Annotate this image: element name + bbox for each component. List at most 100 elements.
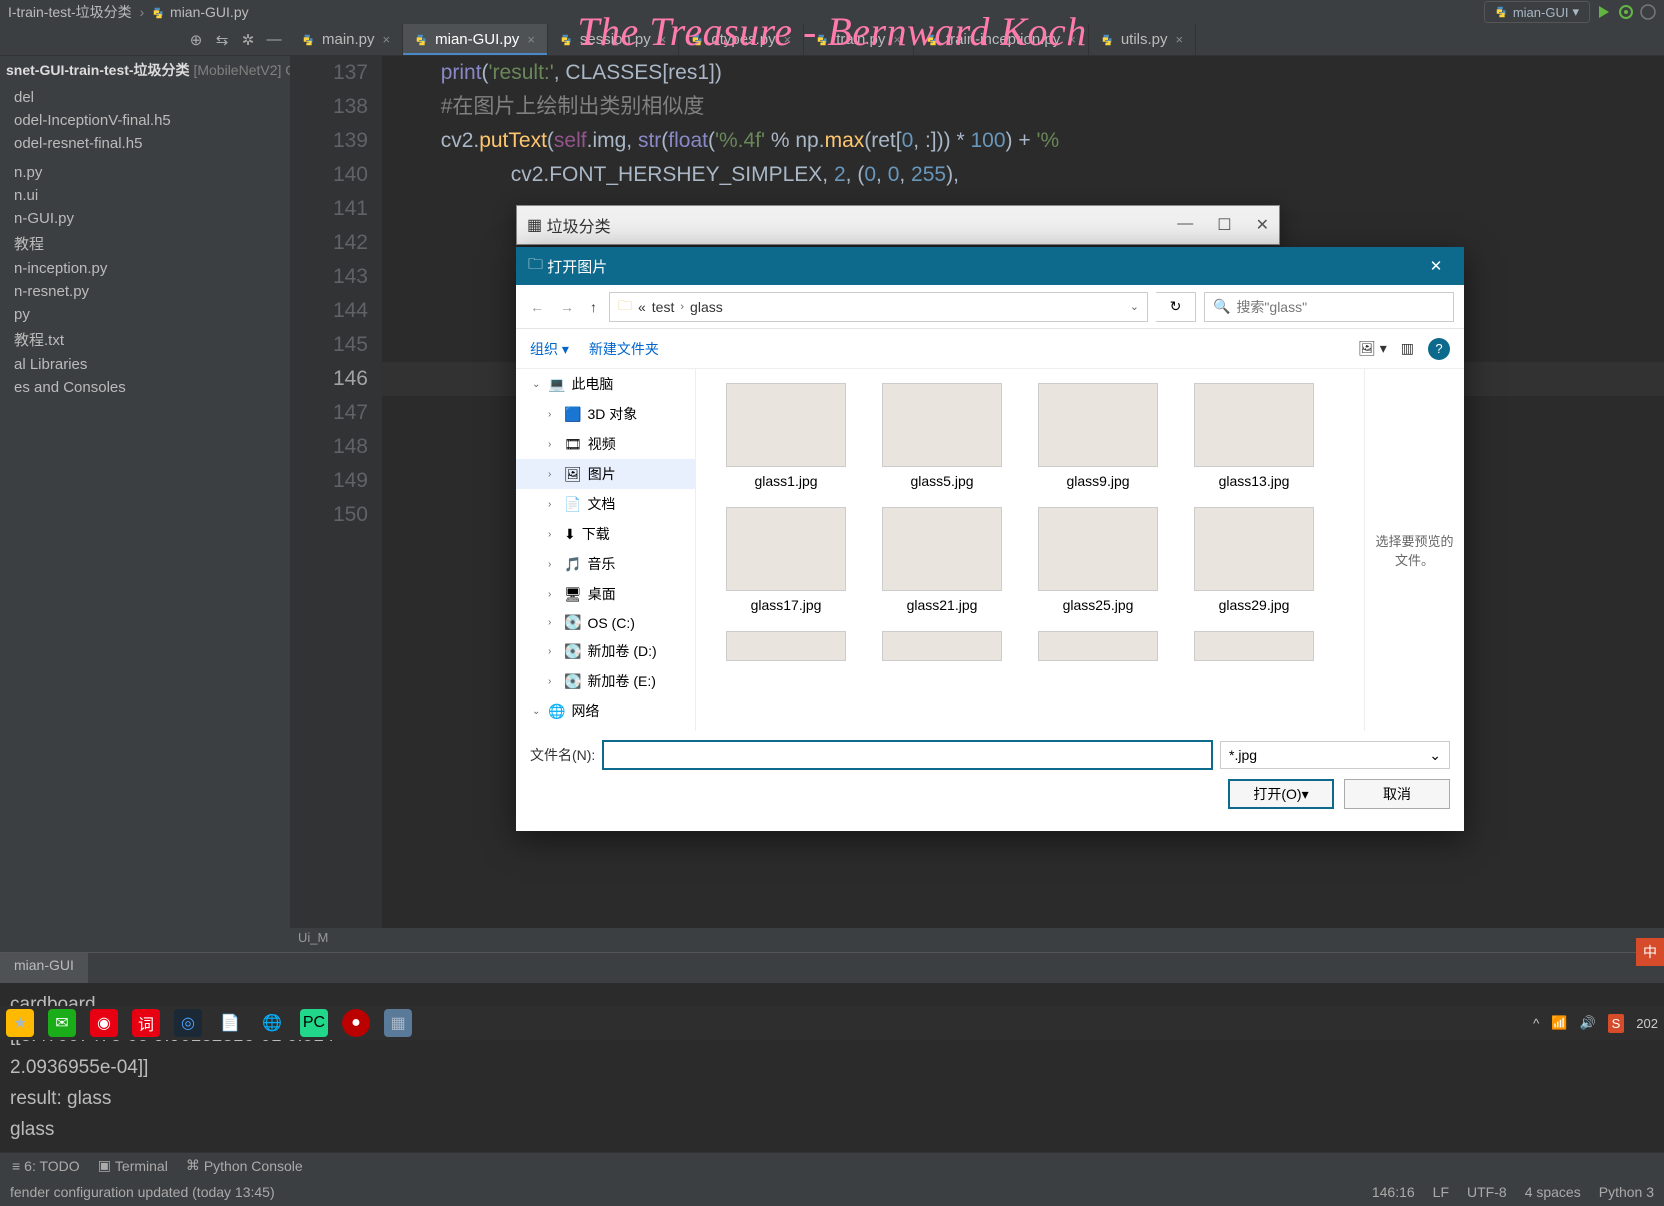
indent[interactable]: 4 spaces [1525,1184,1581,1200]
pyconsole-tool[interactable]: ⌘Python Console [186,1157,303,1174]
ime-indicator[interactable]: 中 [1636,938,1664,966]
collapse-icon[interactable]: — [266,31,282,49]
path-seg[interactable]: « [638,299,646,315]
interpreter[interactable]: Python 3 [1599,1184,1654,1200]
chevron-right-icon[interactable]: › [548,529,558,540]
close-icon[interactable]: ✕ [1420,252,1452,280]
refresh-button[interactable]: ↻ [1156,292,1196,322]
file-thumb[interactable]: glass21.jpg [866,507,1018,613]
run-tab[interactable]: mian-GUI [0,953,88,983]
path-seg[interactable]: glass [690,299,723,315]
cancel-button[interactable]: 取消 [1344,779,1450,809]
taskbar-idea[interactable]: ◎ [174,1009,202,1037]
taskbar-youdao[interactable]: 词 [132,1009,160,1037]
file-thumb[interactable]: glass17.jpg [710,507,862,613]
todo-tool[interactable]: ≡6: TODO [12,1158,80,1174]
gear-icon[interactable]: ✲ [240,31,256,49]
taskbar-record[interactable]: ● [342,1009,370,1037]
project-tree[interactable]: delodel-InceptionV-final.h5odel-resnet-f… [0,84,290,399]
target-icon[interactable]: ⊕ [188,31,204,49]
tree-node[interactable]: ›📄文档 [516,489,695,519]
breadcrumb-seg[interactable]: mian-GUI.py [170,4,249,20]
editor-tab[interactable]: train.py× [804,24,914,55]
project-file[interactable]: del [14,86,290,109]
tray-up-icon[interactable]: ^ [1533,1016,1539,1031]
taskbar[interactable]: ★ ✉ ◉ 词 ◎ 📄 🌐 PC ● ▦ ^ 📶 🔊 S 202 [0,1006,1664,1040]
tray-sogou[interactable]: S [1608,1014,1625,1033]
tree-node[interactable]: ›🟦3D 对象 [516,399,695,429]
tree-node[interactable]: ›💽新加卷 (D:) [516,636,695,666]
filetype-select[interactable]: *.jpg⌄ [1220,741,1450,769]
project-file[interactable]: 教程 [14,230,290,257]
taskbar-wechat[interactable]: ✉ [48,1009,76,1037]
editor-tab[interactable]: utils.py× [1089,24,1196,55]
app-window-titlebar[interactable]: ▦ 垃圾分类 — ☐ ✕ [517,206,1279,244]
editor-tab[interactable]: session.py× [548,24,679,55]
close-icon[interactable]: ✕ [1256,215,1269,235]
chevron-right-icon[interactable]: › [548,646,558,657]
tree-node[interactable]: ›🖥桌面 [516,579,695,609]
search-input[interactable]: 🔍 搜索"glass" [1204,292,1454,322]
close-icon[interactable]: × [893,32,901,47]
tree-node[interactable]: ⌄🌐网络 [516,696,695,726]
tray-volume-icon[interactable]: 🔊 [1579,1015,1595,1031]
close-icon[interactable]: × [1068,32,1076,47]
editor-tab[interactable]: train-inception.py× [914,24,1089,55]
taskbar-star[interactable]: ★ [6,1009,34,1037]
chevron-right-icon[interactable]: ⌄ [532,379,542,390]
project-file[interactable]: es and Consoles [14,376,290,399]
folder-tree[interactable]: ⌄💻此电脑›🟦3D 对象›🎞视频›🖼图片›📄文档›⬇下载›🎵音乐›🖥桌面›💽OS… [516,369,696,731]
chevron-down-icon[interactable]: ⌄ [1130,300,1139,313]
chevron-right-icon[interactable]: › [548,439,558,450]
maximize-icon[interactable]: ☐ [1217,215,1231,235]
project-file[interactable]: n-resnet.py [14,280,290,303]
forward-icon[interactable]: → [556,295,578,319]
file-thumb[interactable]: glass9.jpg [1022,383,1174,489]
tree-node[interactable]: ›🎵音乐 [516,549,695,579]
back-icon[interactable]: ← [526,295,548,319]
chevron-right-icon[interactable]: › [548,469,558,480]
organize-menu[interactable]: 组织 ▾ [530,339,569,359]
chevron-right-icon[interactable]: ⌄ [532,706,542,717]
close-icon[interactable]: × [383,32,391,47]
close-icon[interactable]: × [784,32,792,47]
help-icon[interactable]: ? [1428,338,1450,360]
project-root[interactable]: snet-GUI-train-test-垃圾分类 [MobileNetV2] C… [0,56,290,84]
breadcrumb[interactable]: I-train-test-垃圾分类 › mian-GUI.py [8,2,249,22]
newfolder-button[interactable]: 新建文件夹 [589,339,659,359]
project-file[interactable]: odel-resnet-final.h5 [14,132,290,155]
file-thumb[interactable]: glass25.jpg [1022,507,1174,613]
file-thumb[interactable] [710,631,862,667]
project-file[interactable]: 教程.txt [14,326,290,353]
chevron-right-icon[interactable]: › [548,589,558,600]
terminal-tool[interactable]: ▣Terminal [98,1157,168,1174]
run-icon[interactable] [1596,4,1612,20]
tree-node[interactable]: ›💽OS (C:) [516,609,695,636]
file-thumb[interactable]: glass13.jpg [1178,383,1330,489]
tray-wifi-icon[interactable]: 📶 [1551,1015,1567,1031]
project-file[interactable]: al Libraries [14,353,290,376]
filename-input[interactable] [603,741,1212,769]
taskbar-edge[interactable]: 🌐 [258,1009,286,1037]
open-button[interactable]: 打开(O) ▾ [1228,779,1334,809]
up-icon[interactable]: ↑ [586,295,601,319]
close-icon[interactable]: × [1176,32,1184,47]
close-icon[interactable]: × [659,32,667,47]
taskbar-netease[interactable]: ◉ [90,1009,118,1037]
file-thumb[interactable] [866,631,1018,667]
tree-node[interactable]: ›⬇下载 [516,519,695,549]
chevron-right-icon[interactable]: › [548,617,558,628]
chevron-right-icon[interactable]: › [548,559,558,570]
project-file[interactable]: n.py [14,161,290,184]
path-seg[interactable]: test [652,299,675,315]
file-thumb[interactable]: glass29.jpg [1178,507,1330,613]
minimize-icon[interactable]: — [1177,215,1193,235]
file-thumb[interactable]: glass5.jpg [866,383,1018,489]
project-panel[interactable]: snet-GUI-train-test-垃圾分类 [MobileNetV2] C… [0,56,290,952]
caret-position[interactable]: 146:16 [1372,1184,1415,1200]
chevron-right-icon[interactable]: › [548,499,558,510]
chevron-right-icon[interactable]: › [548,676,558,687]
preview-toggle[interactable]: ▥ [1401,340,1414,357]
taskbar-pycharm[interactable]: PC [300,1009,328,1037]
project-file[interactable]: n-inception.py [14,257,290,280]
